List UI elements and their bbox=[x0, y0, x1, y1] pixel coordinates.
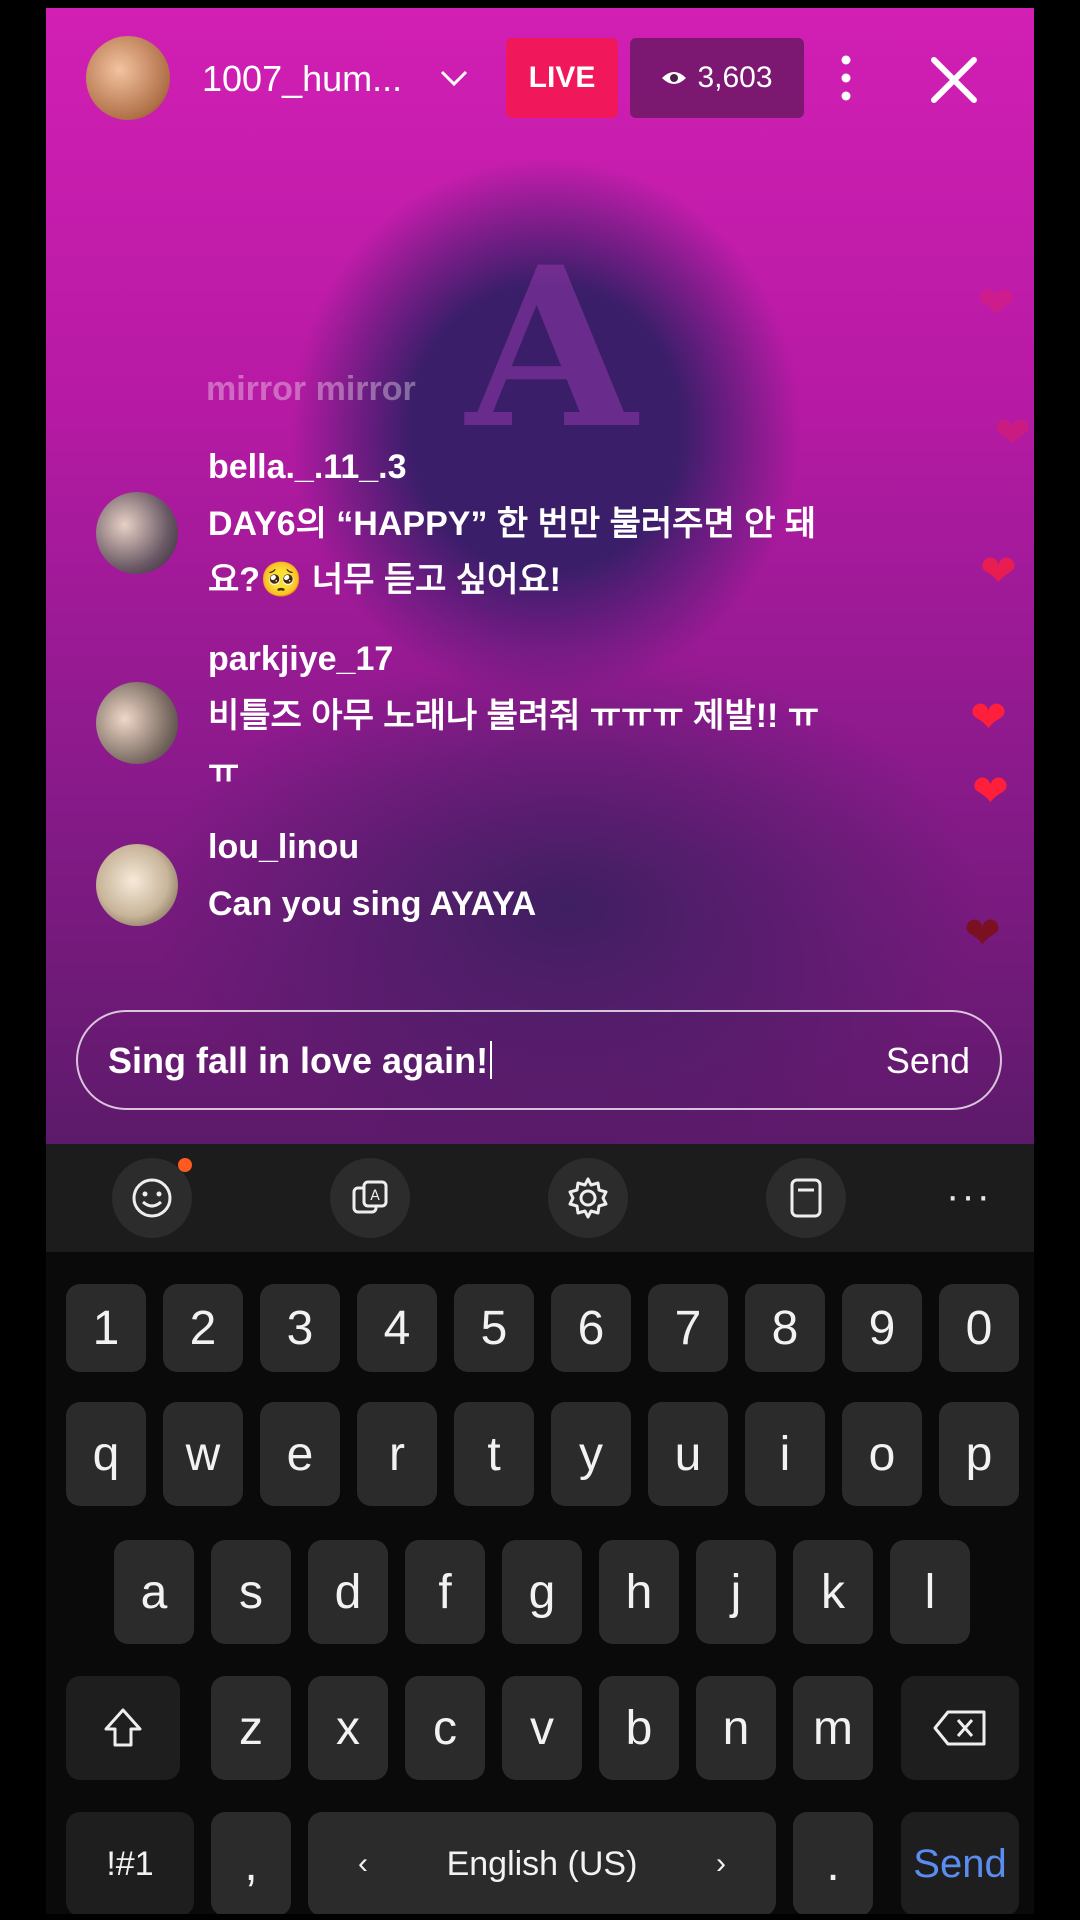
more-tools-button[interactable]: ··· bbox=[946, 1174, 992, 1219]
commenter-avatar[interactable] bbox=[96, 492, 178, 574]
clipboard-icon bbox=[790, 1178, 822, 1218]
host-username[interactable]: 1007_hum... bbox=[202, 58, 402, 100]
key-x[interactable]: x bbox=[308, 1676, 388, 1780]
comment-input[interactable]: Sing fall in love again! Send bbox=[76, 1010, 1002, 1110]
key-j[interactable]: j bbox=[696, 1540, 776, 1644]
key-1[interactable]: 1 bbox=[66, 1284, 146, 1372]
smiley-icon bbox=[132, 1178, 172, 1218]
key-r[interactable]: r bbox=[357, 1402, 437, 1506]
key-i[interactable]: i bbox=[745, 1402, 825, 1506]
notification-dot bbox=[178, 1158, 192, 1172]
key-c[interactable]: c bbox=[405, 1676, 485, 1780]
key-h[interactable]: h bbox=[599, 1540, 679, 1644]
key-a[interactable]: a bbox=[114, 1540, 194, 1644]
key-d[interactable]: d bbox=[308, 1540, 388, 1644]
key-7[interactable]: 7 bbox=[648, 1284, 728, 1372]
key-9[interactable]: 9 bbox=[842, 1284, 922, 1372]
key-4[interactable]: 4 bbox=[357, 1284, 437, 1372]
key-3[interactable]: 3 bbox=[260, 1284, 340, 1372]
key-l[interactable]: l bbox=[890, 1540, 970, 1644]
key-0[interactable]: 0 bbox=[939, 1284, 1019, 1372]
commenter-avatar[interactable] bbox=[96, 844, 178, 926]
key-s[interactable]: s bbox=[211, 1540, 291, 1644]
symbols-key[interactable]: !#1 bbox=[66, 1812, 194, 1914]
commenter-avatar[interactable] bbox=[96, 682, 178, 764]
hoodie-logo: A bbox=[466, 218, 637, 477]
clipboard-button[interactable] bbox=[766, 1158, 846, 1238]
shift-icon bbox=[104, 1708, 142, 1747]
key-y[interactable]: y bbox=[551, 1402, 631, 1506]
chevron-right-icon: › bbox=[716, 1847, 726, 1880]
comment-text: Can you sing AYAYA bbox=[208, 885, 537, 923]
key-5[interactable]: 5 bbox=[454, 1284, 534, 1372]
keyboard-toolbar: A ··· bbox=[46, 1144, 1034, 1252]
comment-input-value[interactable]: Sing fall in love again! bbox=[108, 1040, 493, 1082]
key-u[interactable]: u bbox=[648, 1402, 728, 1506]
faded-comment: mirror mirror bbox=[206, 370, 416, 408]
keyboard-send-key[interactable]: Send bbox=[901, 1812, 1019, 1914]
translate-icon: A bbox=[352, 1180, 388, 1214]
heart-icon: ❤ bbox=[994, 409, 1031, 458]
key-n[interactable]: n bbox=[696, 1676, 776, 1780]
spacebar-language-key[interactable]: ‹ English (US) › bbox=[308, 1812, 776, 1914]
host-avatar[interactable] bbox=[86, 36, 170, 120]
chevron-left-icon: ‹ bbox=[358, 1847, 368, 1880]
settings-button[interactable] bbox=[548, 1158, 628, 1238]
gear-icon bbox=[568, 1177, 608, 1219]
period-key[interactable]: . bbox=[793, 1812, 873, 1914]
virtual-keyboard: A ··· 1 2 3 4 5 6 7 8 9 0 q w e r t y u … bbox=[46, 1144, 1034, 1914]
key-t[interactable]: t bbox=[454, 1402, 534, 1506]
backspace-icon bbox=[933, 1710, 986, 1746]
live-badge: LIVE bbox=[506, 38, 618, 118]
translate-button[interactable]: A bbox=[330, 1158, 410, 1238]
key-e[interactable]: e bbox=[260, 1402, 340, 1506]
comma-key[interactable]: , bbox=[211, 1812, 291, 1914]
svg-text:A: A bbox=[370, 1188, 380, 1204]
key-w[interactable]: w bbox=[163, 1402, 243, 1506]
heart-icon: ❤ bbox=[970, 693, 1007, 742]
heart-icon: ❤ bbox=[980, 547, 1017, 596]
key-m[interactable]: m bbox=[793, 1676, 873, 1780]
chevron-down-icon[interactable] bbox=[436, 60, 472, 96]
key-6[interactable]: 6 bbox=[551, 1284, 631, 1372]
key-q[interactable]: q bbox=[66, 1402, 146, 1506]
comment-username[interactable]: bella._.11_.3 bbox=[208, 448, 407, 487]
live-stream-screen: A 1007_hum... LIVE 3,603 mirror mirror b… bbox=[46, 8, 1034, 1914]
key-2[interactable]: 2 bbox=[163, 1284, 243, 1372]
heart-icon: ❤ bbox=[972, 767, 1009, 816]
viewer-count[interactable]: 3,603 bbox=[630, 38, 804, 118]
eye-icon bbox=[662, 72, 687, 84]
language-label: English (US) bbox=[446, 1844, 638, 1883]
comment-text: DAY6의 “HAPPY” 한 번만 불러주면 안 돼요?🥺 너무 듣고 싶어요… bbox=[208, 505, 817, 599]
backspace-key[interactable] bbox=[901, 1676, 1019, 1780]
comment-username[interactable]: lou_linou bbox=[208, 828, 359, 867]
key-p[interactable]: p bbox=[939, 1402, 1019, 1506]
key-g[interactable]: g bbox=[502, 1540, 582, 1644]
close-icon[interactable] bbox=[926, 52, 982, 108]
comment-text: 비틀즈 아무 노래나 불려줘 ㅠㅠㅠ 제발!! ㅠㅠ bbox=[208, 697, 820, 791]
send-button[interactable]: Send bbox=[886, 1040, 970, 1082]
heart-icon: ❤ bbox=[978, 279, 1015, 328]
key-v[interactable]: v bbox=[502, 1676, 582, 1780]
more-options-icon[interactable] bbox=[826, 52, 866, 104]
heart-icon: ❤ bbox=[964, 909, 1001, 958]
key-z[interactable]: z bbox=[211, 1676, 291, 1780]
key-o[interactable]: o bbox=[842, 1402, 922, 1506]
comment-username[interactable]: parkjiye_17 bbox=[208, 640, 393, 679]
viewer-count-value: 3,603 bbox=[697, 61, 773, 94]
key-b[interactable]: b bbox=[599, 1676, 679, 1780]
key-8[interactable]: 8 bbox=[745, 1284, 825, 1372]
shift-key[interactable] bbox=[66, 1676, 180, 1780]
key-k[interactable]: k bbox=[793, 1540, 873, 1644]
key-f[interactable]: f bbox=[405, 1540, 485, 1644]
